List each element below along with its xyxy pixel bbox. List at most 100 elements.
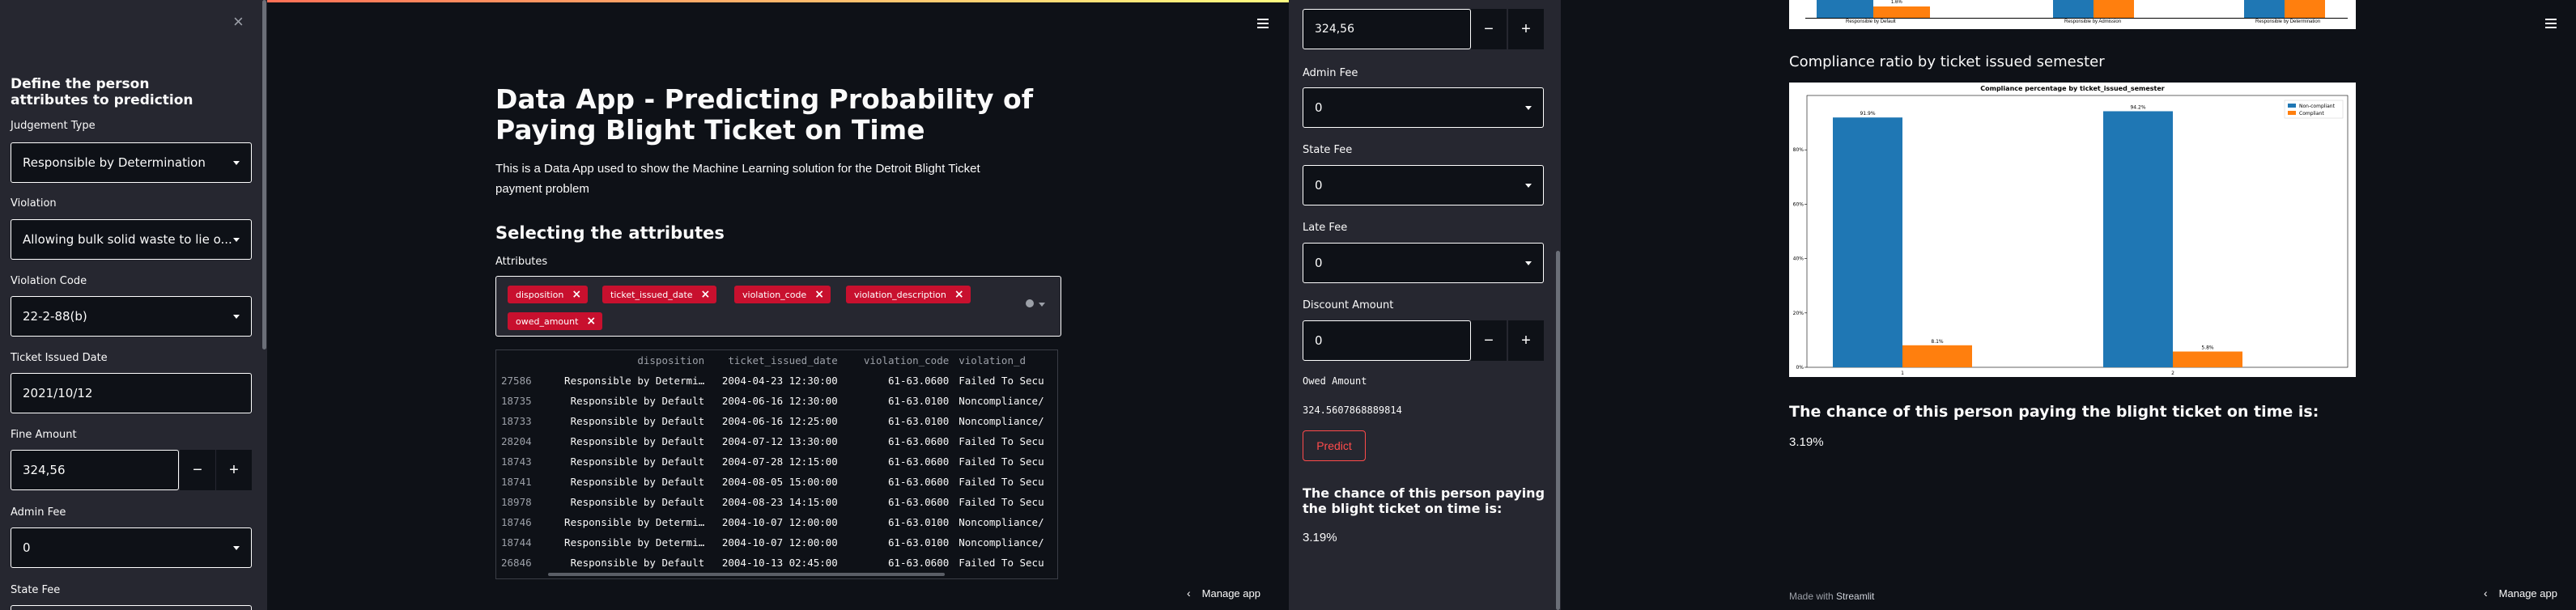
violation-label: Violation [11,197,57,210]
chevron-down-icon[interactable] [1039,303,1045,307]
admin-fee-label: Admin Fee [11,506,66,519]
y-tick-label: 80% [1793,147,1804,153]
table-row[interactable]: 18733 Responsible by Default 2004-06-16 12… [496,411,1057,431]
fine-amount-input[interactable]: 324,56 [1303,9,1471,49]
x-tick-label: Responsible by Determination [2255,19,2321,24]
remove-tag-icon[interactable]: × [701,288,711,301]
admin-fee-label: Admin Fee [1303,67,1358,79]
tag-label: ticket_issued_date [610,289,693,300]
tag-owed-amount[interactable]: owed_amount × [508,312,603,330]
table-cell: Responsible by Default [570,455,705,468]
admin-fee-value: 0 [23,540,31,555]
judgement-type-label: Judgement Type [11,120,96,132]
table-cell: Responsible by Default [570,476,705,488]
tag-violation-code[interactable]: violation_code × [734,286,831,303]
table-cell: Responsible by Default [570,435,705,447]
column-header[interactable]: violation_d [954,350,1057,371]
result-heading: The chance of this person paying the bli… [1789,403,2319,421]
judgement-type-value: Responsible by Determination [23,155,206,170]
remove-tag-icon[interactable]: × [572,288,581,301]
main-menu-icon[interactable] [2545,19,2557,28]
table-row[interactable]: 26846 Responsible by Default 2004-10-13 02… [496,553,1057,573]
discount-increment-button[interactable]: + [1508,320,1544,361]
table-row[interactable]: 18746 Responsible by Determi… 2004-10-07 1… [496,512,1057,532]
table-cell: 61-63.0600 [887,476,950,488]
middle-scrollbar[interactable] [1556,251,1560,610]
table-cell: 2004-10-07 12:00:00 [721,536,838,549]
manage-app-button[interactable]: ‹ Manage app [2484,587,2557,599]
streamlit-link[interactable]: Streamlit [1836,591,1874,602]
table-row[interactable]: 28204 Responsible by Default 2004-07-12 13… [496,431,1057,451]
violation-code-select[interactable]: 22-2-88(b) [11,296,252,337]
fine-amount-input[interactable]: 324,56 [11,450,179,490]
judgement-type-select[interactable]: Responsible by Determination [11,142,252,183]
chevron-down-icon [233,161,240,165]
state-fee-label: State Fee [1303,144,1353,156]
fine-amount-increment-button[interactable]: + [1508,9,1544,49]
admin-fee-select[interactable]: 0 [11,527,252,568]
row-index: 18741 [501,476,532,488]
made-with-text: Made with [1789,591,1834,602]
remove-tag-icon[interactable]: × [954,288,964,301]
bar [1817,0,1873,18]
tag-violation-description[interactable]: violation_description × [846,286,971,303]
violation-select[interactable]: Allowing bulk solid waste to lie o... [11,219,252,260]
compliance-chart: Compliance percentage by ticket_issued_s… [1789,83,2356,377]
table-row[interactable]: 18735 Responsible by Default 2004-06-16 12… [496,391,1057,411]
ticket-issued-date-input[interactable]: 2021/10/12 [11,373,252,413]
table-row[interactable]: 18978 Responsible by Default 2004-08-23 14… [496,492,1057,512]
tag-disposition[interactable]: disposition × [508,286,589,303]
chevron-down-icon [1525,106,1532,110]
bar-compliant [2173,351,2242,367]
table-cell: 2004-06-16 12:30:00 [721,395,838,407]
attributes-label: Attributes [495,256,548,268]
discount-amount-input[interactable]: 0 [1303,320,1471,361]
clear-all-icon[interactable] [1026,299,1034,307]
x-tick-label: 2 [2171,371,2174,376]
state-fee-field-edge[interactable] [11,605,252,610]
column-header[interactable]: ticket_issued_date [709,350,843,371]
owed-amount-label: Owed Amount [1303,375,1367,387]
dataframe[interactable]: disposition ticket_issued_date violation… [495,349,1058,579]
row-index: 18978 [501,496,532,508]
manage-app-button[interactable]: ‹ Manage app [1187,587,1260,599]
legend-label: Compliant [2299,111,2324,116]
late-fee-select[interactable]: 0 [1303,243,1544,283]
tag-label: violation_code [742,289,807,300]
state-fee-select[interactable]: 0 [1303,165,1544,205]
dataframe-scrollbar[interactable] [548,573,945,576]
discount-decrement-button[interactable]: − [1471,320,1507,361]
fine-amount-increment-button[interactable]: + [216,450,252,490]
fine-amount-decrement-button[interactable]: − [180,450,215,490]
fine-amount-decrement-button[interactable]: − [1471,9,1507,49]
admin-fee-value: 0 [1315,100,1323,115]
legend-swatch [2288,104,2296,108]
legend-swatch [2288,111,2296,115]
table-row[interactable]: 18744 Responsible by Determi… 2004-10-07 1… [496,532,1057,553]
predict-button[interactable]: Predict [1303,430,1366,461]
table-row[interactable]: 27586 Responsible by Determi… 2004-04-23 1… [496,371,1057,391]
column-header[interactable]: disposition [548,350,710,371]
table-cell: Responsible by Default [570,557,705,569]
late-fee-label: Late Fee [1303,222,1348,234]
main-menu-icon[interactable] [1257,19,1269,28]
table-row[interactable]: 18741 Responsible by Default 2004-08-05 15… [496,472,1057,492]
discount-amount-label: Discount Amount [1303,299,1394,311]
column-header[interactable]: violation_code [843,350,954,371]
row-index: 18743 [501,455,532,468]
close-sidebar-icon[interactable]: × [233,11,244,32]
data-label: 91.9% [1860,111,1875,116]
table-row[interactable]: 18743 Responsible by Default 2004-07-28 12… [496,451,1057,472]
tag-ticket-issued-date[interactable]: ticket_issued_date × [602,286,717,303]
sidebar-scrollbar[interactable] [262,0,266,349]
late-fee-value: 0 [1315,256,1323,270]
remove-tag-icon[interactable]: × [586,315,596,328]
axis-line [1805,18,2348,19]
attributes-multiselect[interactable]: disposition × ticket_issued_date × violati… [495,276,1061,337]
admin-fee-select[interactable]: 0 [1303,87,1544,128]
violation-code-value: 22-2-88(b) [23,309,87,324]
data-label: 1.6% [1891,0,1902,5]
page-title: Data App - Predicting Probability of Pay… [495,83,1034,146]
table-cell: 61-63.0600 [887,455,950,468]
remove-tag-icon[interactable]: × [814,288,824,301]
